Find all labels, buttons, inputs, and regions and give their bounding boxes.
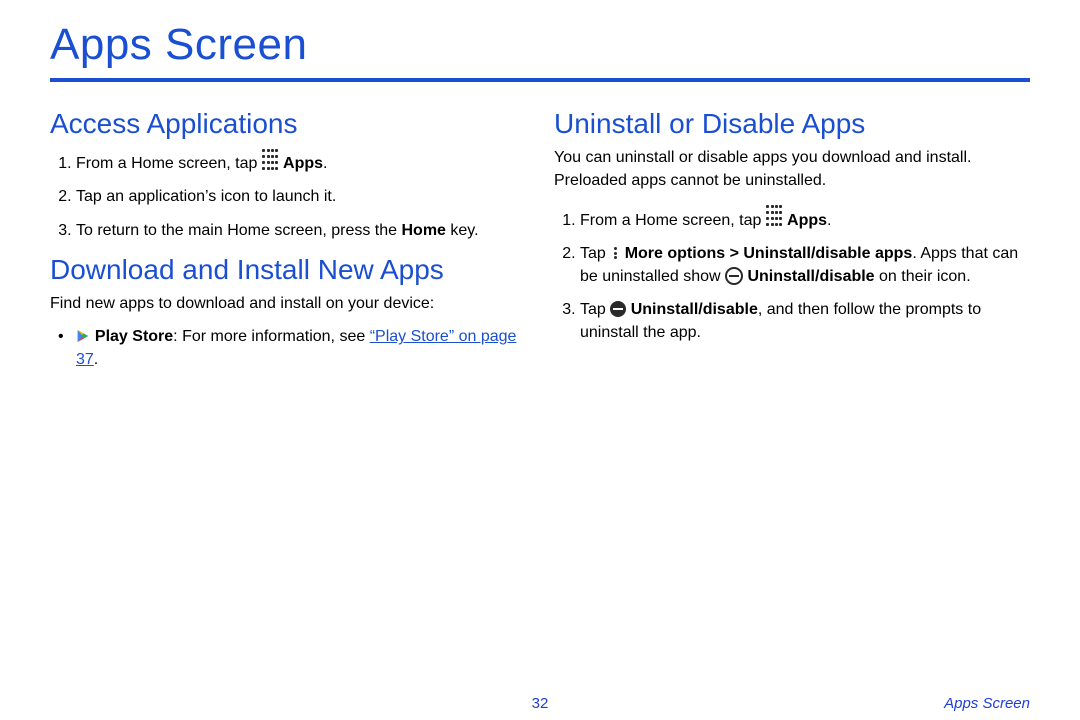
list-item: Tap an application’s icon to launch it. [76,185,526,208]
list-item: Play Store: For more information, see “P… [76,325,526,371]
download-apps-bullets: Play Store: For more information, see “P… [50,325,526,371]
title-rule [50,78,1030,82]
bold-play-store: Play Store [95,328,173,345]
bullet-text: . [94,351,98,368]
list-item: Tap Uninstall/disable, and then follow t… [580,298,1030,344]
bold-home: Home [401,222,445,239]
step-text: From a Home screen, tap [580,212,766,229]
bold-more-options: More options > Uninstall/disable apps [625,245,913,262]
heading-uninstall-disable: Uninstall or Disable Apps [554,108,1030,140]
bold-uninstall-disable: Uninstall/disable [631,301,758,318]
step-text: on their icon. [875,268,971,285]
step-text: Tap [580,245,610,262]
body-text: Find new apps to download and install on… [50,292,526,315]
step-text: key. [450,222,478,239]
bold-apps: Apps [787,212,827,229]
right-column: Uninstall or Disable Apps You can uninst… [554,96,1030,384]
page-number: 32 [532,695,549,712]
uninstall-ring-icon [725,267,743,285]
heading-download-install: Download and Install New Apps [50,254,526,286]
page-footer: 32 Apps Screen [0,695,1080,712]
footer-section-label: Apps Screen [944,695,1030,712]
apps-grid-icon [766,203,783,227]
play-store-icon [76,329,90,343]
step-text: Tap an application’s icon to launch it. [76,188,336,205]
body-text: You can uninstall or disable apps you do… [554,146,1030,192]
bold-apps: Apps [283,155,323,172]
step-text: To return to the main Home screen, press… [76,222,401,239]
step-text: . [827,212,831,229]
step-text: . [323,155,327,172]
uninstall-disc-icon [610,301,626,317]
list-item: To return to the main Home screen, press… [76,219,526,242]
page-title: Apps Screen [50,20,1030,72]
step-text: Tap [580,301,610,318]
bullet-text: : For more information, see [173,328,370,345]
list-item: From a Home screen, tap Apps. [76,146,526,175]
apps-grid-icon [262,146,279,170]
more-options-icon [610,246,620,261]
heading-access-applications: Access Applications [50,108,526,140]
bold-uninstall-disable: Uninstall/disable [747,268,874,285]
list-item: From a Home screen, tap Apps. [580,203,1030,232]
step-text: From a Home screen, tap [76,155,262,172]
list-item: Tap More options > Uninstall/disable app… [580,242,1030,288]
access-applications-steps: From a Home screen, tap Apps. Tap an app… [50,146,526,242]
uninstall-disable-steps: From a Home screen, tap Apps. Tap More o… [554,203,1030,345]
two-column-layout: Access Applications From a Home screen, … [50,96,1030,384]
left-column: Access Applications From a Home screen, … [50,96,526,384]
page: Apps Screen Access Applications From a H… [0,0,1080,720]
